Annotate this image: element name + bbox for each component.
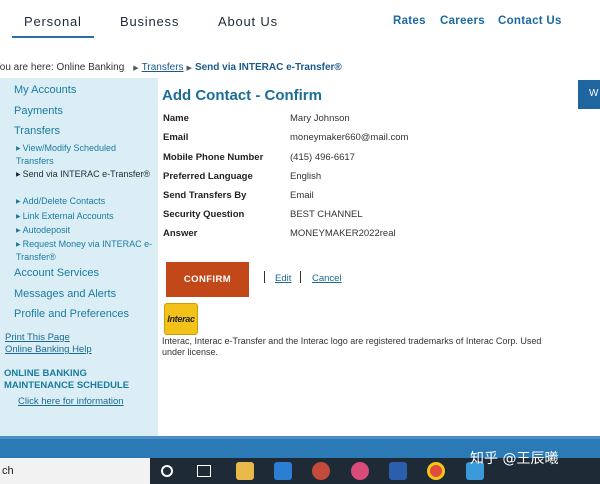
field-value-name: Mary Johnson — [290, 113, 350, 124]
print-page-link[interactable]: Print This Page — [5, 332, 70, 343]
field-value-answer: MONEYMAKER2022real — [290, 228, 396, 239]
bullet-triangle-icon: ▶ — [16, 199, 21, 205]
online-banking-help-link[interactable]: Online Banking Help — [5, 344, 92, 355]
breadcrumb-separator-icon: ▶ — [133, 65, 139, 72]
tab-business[interactable]: Business — [120, 14, 179, 29]
cortana-icon[interactable] — [161, 465, 173, 477]
edit-link[interactable]: Edit — [275, 273, 291, 284]
field-label-answer: Answer — [163, 228, 198, 239]
field-value-email: moneymaker660@mail.com — [290, 132, 409, 143]
sidebar-subitem-view-modify[interactable]: ▶ View/Modify Scheduled Transfers — [16, 143, 154, 167]
mail-icon[interactable] — [274, 462, 292, 480]
footer-band-top — [0, 436, 600, 439]
sidebar-subitem-add-delete-contacts[interactable]: ▶ Add/Delete Contacts — [16, 196, 154, 209]
breadcrumb-transfers-link[interactable]: Transfers — [142, 62, 184, 73]
right-side-tab[interactable]: W — [578, 80, 600, 109]
sidebar: My Accounts Payments Transfers ▶ View/Mod… — [0, 78, 158, 436]
field-label-name: Name — [163, 113, 189, 124]
sidebar-item-my-accounts[interactable]: My Accounts — [14, 84, 76, 96]
sidebar-subitem-send-interac[interactable]: ▶ Send via INTERAC e-Transfer® — [16, 169, 154, 182]
top-navigation: Personal Business About Us Rates Careers… — [0, 0, 600, 44]
confirm-button[interactable]: CONFIRM — [166, 262, 249, 297]
field-label-security-question: Security Question — [163, 209, 245, 220]
breadcrumb-current: Send via INTERAC e-Transfer® — [194, 62, 342, 73]
watermark-text: 知乎 @王辰曦 — [470, 451, 559, 467]
taskbar-search-input[interactable]: ch — [0, 458, 150, 484]
sidebar-subitem-autodeposit[interactable]: ▶ Autodeposit — [16, 225, 154, 238]
field-value-security-question: BEST CHANNEL — [290, 209, 363, 220]
sidebar-item-account-services[interactable]: Account Services — [14, 267, 99, 279]
breadcrumb-prefix: You are here: Online Banking — [0, 62, 125, 73]
sidebar-item-transfers[interactable]: Transfers — [14, 125, 60, 137]
divider — [300, 271, 301, 283]
field-label-language: Preferred Language — [163, 171, 253, 182]
sidebar-subitem-request-money[interactable]: ▶ Request Money via INTERAC e-Transfer® — [16, 239, 154, 263]
bullet-triangle-icon: ▶ — [16, 228, 21, 234]
interac-logo: Interac — [164, 303, 198, 335]
maintenance-info-link[interactable]: Click here for information — [18, 396, 124, 407]
sidebar-item-messages-alerts[interactable]: Messages and Alerts — [14, 288, 116, 300]
tab-personal[interactable]: Personal — [24, 14, 82, 29]
field-value-mobile: (415) 496-6617 — [290, 152, 355, 163]
active-tab-underline — [12, 36, 94, 38]
music-icon[interactable] — [351, 462, 369, 480]
chrome-icon[interactable] — [427, 462, 445, 480]
field-label-mobile: Mobile Phone Number — [163, 152, 264, 163]
field-label-email: Email — [163, 132, 189, 143]
task-view-icon[interactable] — [197, 465, 211, 477]
field-label-send-by: Send Transfers By — [163, 190, 247, 201]
bullet-triangle-icon: ▶ — [16, 146, 21, 152]
maintenance-schedule-heading: ONLINE BANKING MAINTENANCE SCHEDULE — [4, 368, 130, 391]
page-title: Add Contact - Confirm — [162, 87, 322, 104]
word-icon[interactable] — [389, 462, 407, 480]
breadcrumb: You are here: Online Banking ▶ Transfers ▶ S… — [0, 62, 342, 73]
field-value-language: English — [290, 171, 322, 182]
link-careers[interactable]: Careers — [440, 15, 485, 27]
breadcrumb-separator-icon: ▶ — [186, 65, 192, 72]
field-value-send-by: Email — [290, 190, 314, 201]
link-rates[interactable]: Rates — [393, 15, 426, 27]
divider — [264, 271, 265, 283]
bullet-triangle-icon: ▶ — [16, 242, 21, 248]
file-explorer-icon[interactable] — [236, 462, 254, 480]
trademark-notice: Interac, Interac e-Transfer and the Inte… — [162, 336, 542, 357]
bullet-triangle-icon: ▶ — [16, 172, 21, 178]
sidebar-subitem-link-external[interactable]: ▶ Link External Accounts — [16, 211, 154, 224]
bullet-triangle-icon: ▶ — [16, 214, 21, 220]
paint-icon[interactable] — [312, 462, 330, 480]
link-contact-us[interactable]: Contact Us — [498, 15, 562, 27]
sidebar-item-profile-preferences[interactable]: Profile and Preferences — [14, 308, 129, 320]
tab-about-us[interactable]: About Us — [218, 14, 278, 29]
sidebar-item-payments[interactable]: Payments — [14, 105, 63, 117]
cancel-link[interactable]: Cancel — [312, 273, 342, 284]
